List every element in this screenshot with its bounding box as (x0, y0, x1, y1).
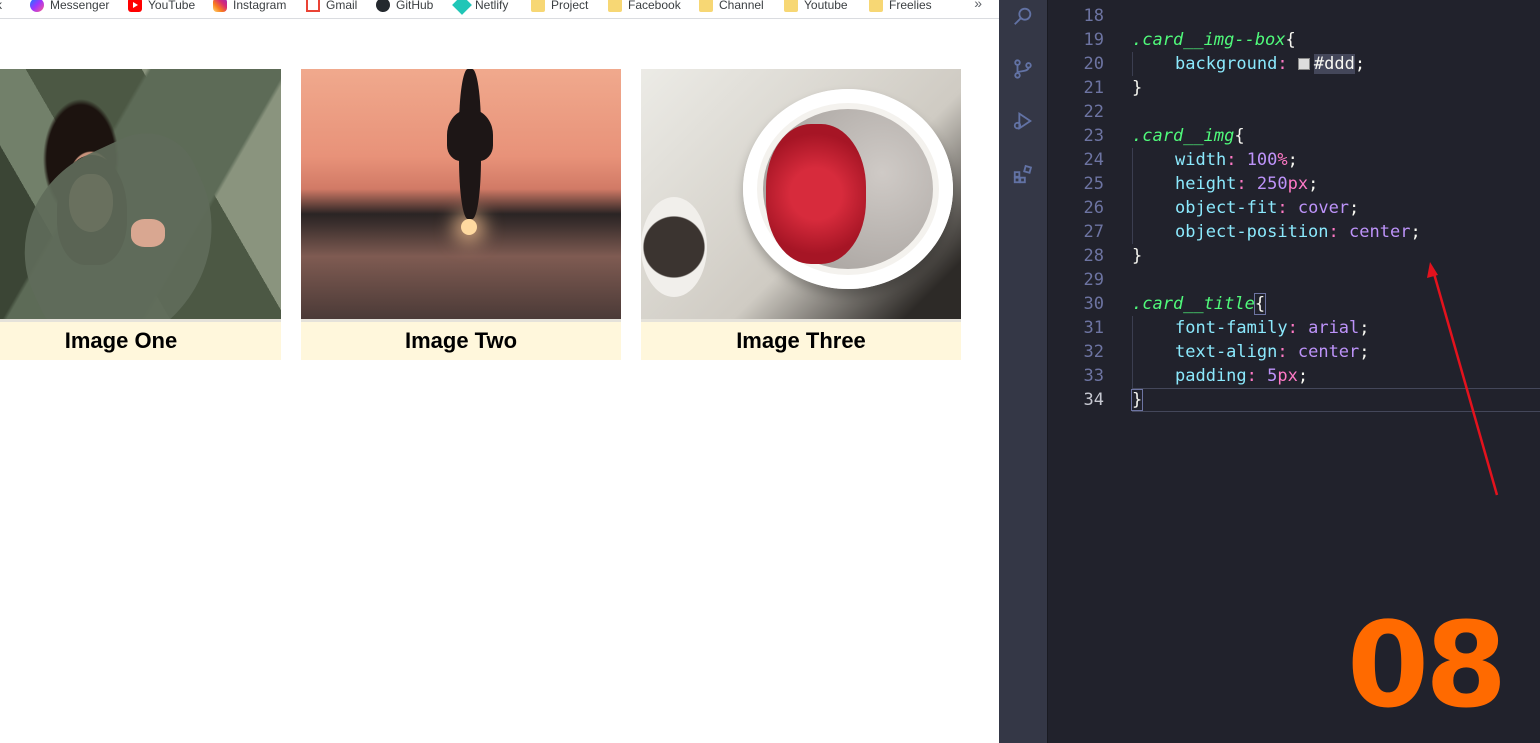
netlify-icon (452, 0, 472, 15)
youtube-icon (128, 0, 142, 12)
card-image-box (0, 69, 281, 319)
card-image-one: Image One (0, 69, 281, 360)
bookmark-channel[interactable]: Channel (699, 0, 764, 13)
gmail-icon (306, 0, 320, 12)
bookmarks-overflow-chevron-icon[interactable]: » (974, 0, 982, 11)
code-line: 30 .card__title{ (1083, 293, 1267, 315)
bookmark-project[interactable]: Project (531, 0, 588, 13)
folder-icon (608, 0, 622, 12)
bookmark-youtube-folder[interactable]: Youtube (784, 0, 848, 13)
search-icon[interactable] (1012, 5, 1034, 27)
bookmark-youtube[interactable]: YouTube (128, 0, 195, 13)
code-line: 28} (1083, 246, 1143, 266)
code-line: 29 (1083, 270, 1104, 290)
code-editor: 18 19 .card__img--box{ 20 background: #ddd… (999, 0, 1540, 743)
card-title: Image One (0, 319, 281, 360)
code-line: 19 .card__img--box{ (1083, 30, 1296, 50)
code-line: 33 padding: 5px; (1083, 364, 1309, 388)
github-icon (376, 0, 390, 12)
card-title: Image Three (641, 319, 961, 360)
card-title: Image Two (301, 319, 621, 360)
bookmark-messenger[interactable]: Messenger (30, 0, 109, 13)
raspberry-bowl-photo (641, 69, 961, 319)
code-line: 21} (1083, 78, 1143, 98)
bookmark-netlify[interactable]: Netlify (452, 0, 508, 15)
code-line: 20 background: #ddd; (1083, 52, 1366, 76)
code-line: 31 font-family: arial; (1083, 316, 1370, 340)
code-line: 23 .card__img{ (1083, 126, 1245, 146)
code-line: 24 width: 100%; (1083, 148, 1298, 172)
bookmark-freelies[interactable]: Freelies (869, 0, 932, 13)
folder-icon (784, 0, 798, 12)
source-control-icon[interactable] (1012, 58, 1034, 80)
color-swatch[interactable] (1297, 58, 1310, 70)
code-line: 27 object-position: center; (1083, 220, 1421, 244)
code-line: 22 (1083, 102, 1104, 122)
card-image-three: Image Three (641, 69, 961, 360)
folder-icon (531, 0, 545, 12)
bookmark-item[interactable]: k (0, 0, 2, 13)
sunset-silhouette-photo (301, 69, 621, 319)
bookmark-instagram[interactable]: Instagram (213, 0, 286, 13)
code-line: 18 (1083, 6, 1104, 26)
card-image-box (301, 69, 621, 319)
bookmark-github[interactable]: GitHub (376, 0, 433, 13)
bookmarks-bar: k Messenger YouTube Instagram Gmail GitH… (0, 0, 1000, 19)
folder-icon (869, 0, 883, 12)
code-line: 25 height: 250px; (1083, 172, 1319, 196)
card-image-box (641, 69, 961, 319)
activity-bar (999, 0, 1047, 743)
woman-leaf-photo (0, 69, 281, 319)
run-debug-icon[interactable] (1012, 110, 1034, 132)
bookmark-facebook[interactable]: Facebook (608, 0, 681, 13)
messenger-icon (30, 0, 44, 12)
browser-viewport: k Messenger YouTube Instagram Gmail GitH… (0, 0, 1000, 743)
code-line: 34} (1083, 389, 1144, 411)
instagram-icon (213, 0, 227, 12)
folder-icon (699, 0, 713, 12)
card-image-two: Image Two (301, 69, 621, 360)
code-line: 32 text-align: center; (1083, 340, 1370, 364)
code-line: 26 object-fit: cover; (1083, 196, 1360, 220)
bookmark-gmail[interactable]: Gmail (306, 0, 357, 13)
step-number-badge: 08 (1347, 596, 1507, 734)
extensions-icon[interactable] (1012, 163, 1034, 185)
